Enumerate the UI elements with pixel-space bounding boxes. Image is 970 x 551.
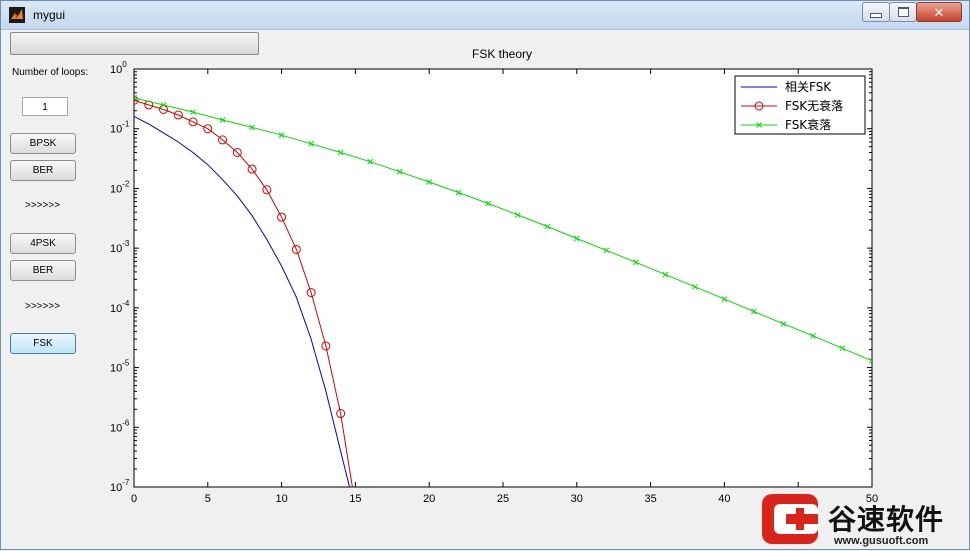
y-tick-label: 10-3	[110, 239, 130, 255]
x-tick-label: 5	[205, 493, 211, 505]
x-tick-label: 0	[131, 493, 137, 505]
x-tick-label: 25	[497, 493, 509, 505]
x-tick-label: 40	[718, 493, 730, 505]
x-tick-label: 20	[423, 493, 435, 505]
chart-title: FSK theory	[472, 47, 532, 61]
legend-label: FSK无衰落	[785, 98, 843, 113]
x-tick-label: 30	[571, 493, 583, 505]
x-tick-label: 35	[644, 493, 656, 505]
watermark-url: www.gusuoft.com	[834, 535, 929, 547]
y-tick-label: 10-5	[110, 359, 130, 375]
watermark-name: 谷速软件	[828, 503, 945, 536]
y-tick-label: 10-7	[110, 478, 130, 494]
y-tick-label: 10-1	[110, 120, 130, 136]
watermark-logo: 谷速软件 www.gusuoft.com	[752, 490, 968, 548]
x-tick-label: 15	[349, 493, 361, 505]
legend: 相关FSK FSK无衰落 FSK衰落	[734, 75, 866, 135]
x-tick-label: 10	[275, 493, 287, 505]
fsk-plot: FSK theory 0510152025303540455010010-110…	[110, 47, 878, 505]
y-tick-label: 10-2	[110, 179, 130, 195]
legend-label: FSK衰落	[785, 117, 831, 132]
legend-label: 相关FSK	[785, 80, 832, 94]
y-tick-label: 100	[110, 60, 127, 76]
y-tick-label: 10-4	[110, 299, 130, 315]
y-tick-label: 10-6	[110, 418, 130, 434]
logo-icon	[762, 494, 818, 544]
